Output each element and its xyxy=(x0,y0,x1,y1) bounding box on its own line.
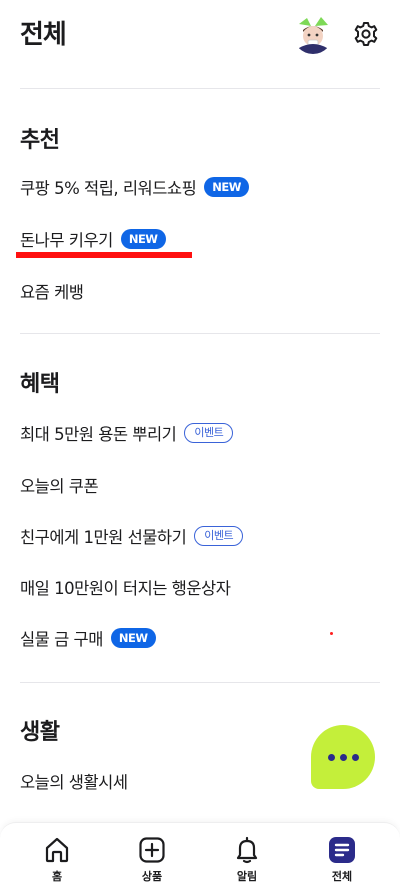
menu-item-label: 오늘의 생활시세 xyxy=(20,773,128,792)
bell-icon xyxy=(236,836,258,864)
menu-item-label: 오늘의 쿠폰 xyxy=(20,477,99,496)
menu-item-coupang-reward[interactable]: 쿠팡 5% 적립, 리워드쇼핑 NEW xyxy=(20,172,249,202)
annotation-dot xyxy=(330,632,333,635)
menu-icon xyxy=(329,837,355,863)
menu-item-allowance-event[interactable]: 최대 5만원 용돈 뿌리기 이벤트 xyxy=(20,418,234,448)
new-badge: NEW xyxy=(120,229,166,249)
section-title-life: 생활 xyxy=(20,720,60,745)
menu-item-kbank-news[interactable]: 요즘 케뱅 xyxy=(20,276,84,306)
menu-item-label: 매일 10만원이 터지는 행운상자 xyxy=(20,579,231,598)
section-title-benefits: 혜택 xyxy=(20,372,60,397)
more-dots-icon xyxy=(327,753,335,761)
new-badge: NEW xyxy=(204,177,249,197)
menu-item-gift-friend[interactable]: 친구에게 1만원 선물하기 이벤트 xyxy=(20,521,244,551)
nav-label: 홈 xyxy=(51,870,63,883)
chat-fab-button[interactable] xyxy=(311,725,375,789)
new-badge: NEW xyxy=(110,628,156,648)
home-icon xyxy=(45,837,69,863)
nav-products[interactable]: 상품 xyxy=(122,835,182,884)
nav-all[interactable]: 전체 xyxy=(312,835,372,884)
more-dots-icon xyxy=(339,753,347,761)
divider xyxy=(20,682,380,683)
menu-item-living-prices[interactable]: 오늘의 생활시세 xyxy=(20,766,128,796)
section-title-recommend: 추천 xyxy=(20,128,60,153)
nav-label: 상품 xyxy=(141,870,163,883)
menu-item-label: 요즘 케뱅 xyxy=(20,283,84,302)
gear-icon[interactable] xyxy=(352,20,380,48)
more-dots-icon xyxy=(351,753,359,761)
bottom-nav: 홈 상품 알림 전체 xyxy=(0,822,400,887)
page-title: 전체 xyxy=(20,20,67,50)
divider xyxy=(20,333,380,334)
divider xyxy=(20,88,380,89)
menu-item-money-tree[interactable]: 돈나무 키우기 NEW xyxy=(20,224,166,254)
menu-item-label: 친구에게 1만원 선물하기 xyxy=(20,528,187,547)
menu-item-today-coupon[interactable]: 오늘의 쿠폰 xyxy=(20,470,99,500)
event-badge: 이벤트 xyxy=(194,526,244,546)
annotation-underline xyxy=(16,252,192,258)
nav-alerts[interactable]: 알림 xyxy=(217,835,277,884)
avatar[interactable] xyxy=(293,14,333,54)
menu-item-label: 실물 금 구매 xyxy=(20,630,103,649)
plus-square-icon xyxy=(139,837,165,863)
menu-item-gold-purchase[interactable]: 실물 금 구매 NEW xyxy=(20,623,156,653)
header: 전체 xyxy=(0,0,400,70)
menu-item-label: 돈나무 키우기 xyxy=(20,231,113,250)
menu-item-label: 쿠팡 5% 적립, 리워드쇼핑 xyxy=(20,179,197,198)
nav-home[interactable]: 홈 xyxy=(27,835,87,884)
event-badge: 이벤트 xyxy=(184,423,234,443)
menu-item-lucky-box[interactable]: 매일 10만원이 터지는 행운상자 xyxy=(20,572,231,602)
nav-label: 알림 xyxy=(236,870,258,883)
menu-item-label: 최대 5만원 용돈 뿌리기 xyxy=(20,425,177,444)
nav-label: 전체 xyxy=(331,870,353,883)
